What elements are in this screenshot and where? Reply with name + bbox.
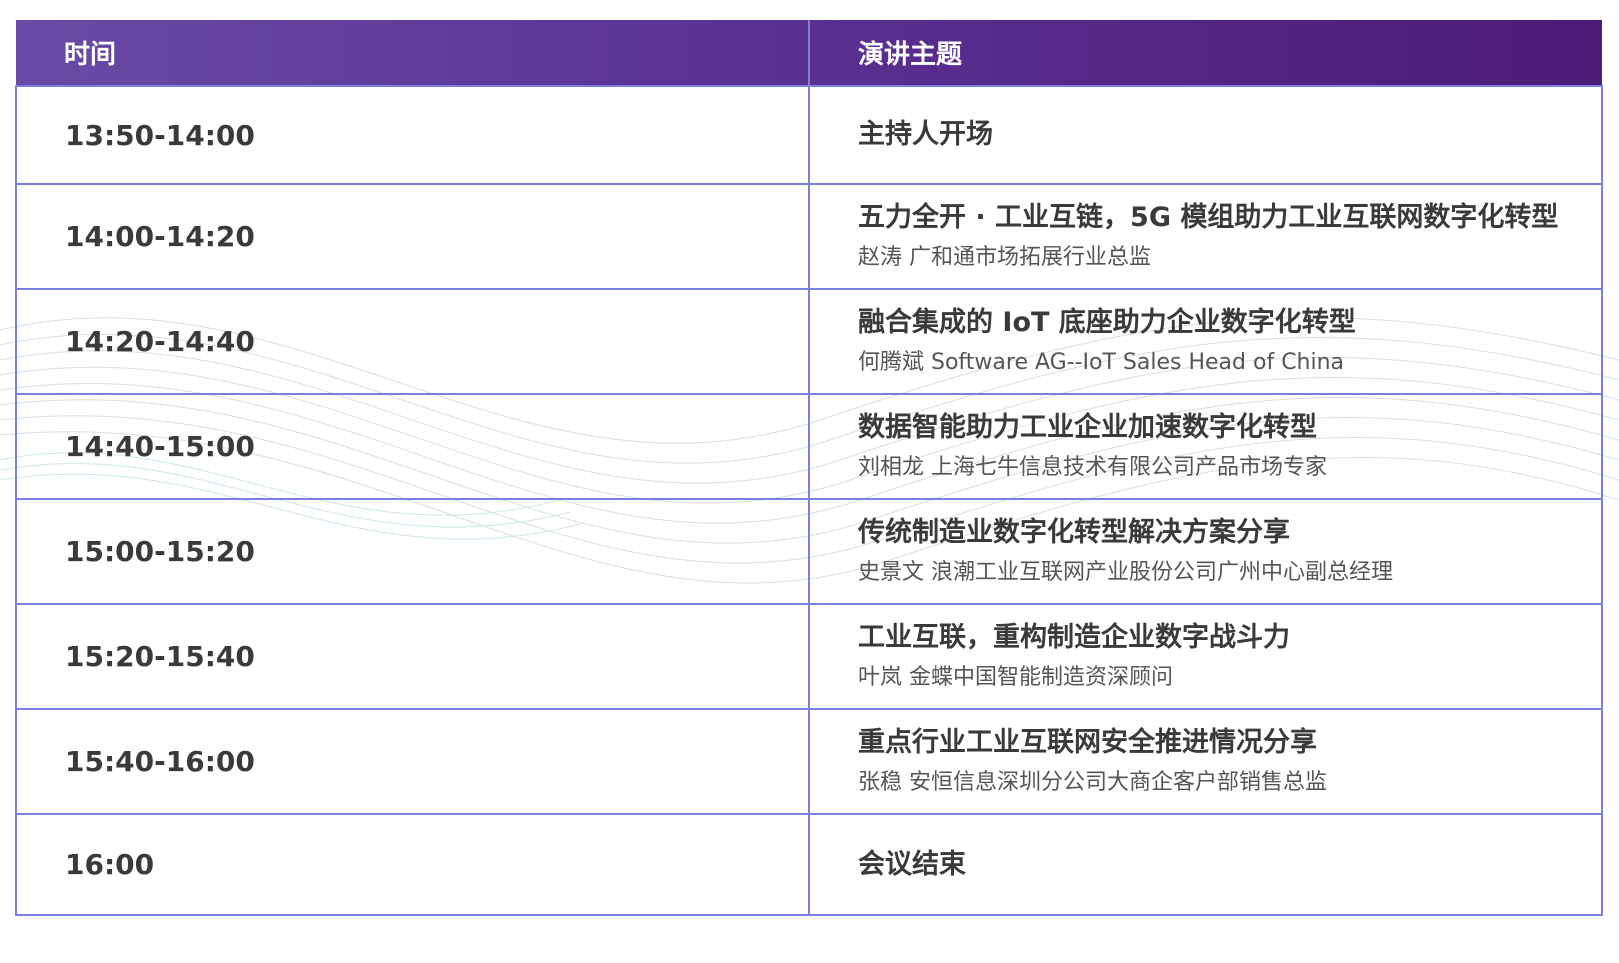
speaker-info: 赵涛 广和通市场拓展行业总监 [858, 244, 1151, 270]
speaker-info: 刘相龙 上海七牛信息技术有限公司产品市场专家 [858, 454, 1327, 480]
topic-title: 会议结束 [858, 848, 966, 880]
agenda-row: 13:50-14:00 主持人开场 [15, 85, 1603, 185]
time-cell: 14:00-14:20 [15, 183, 810, 290]
topic-title: 五力全开 · 工业互链，5G 模组助力工业互联网数字化转型 [858, 201, 1559, 233]
topic-cell: 重点行业工业互联网安全推进情况分享 张稳 安恒信息深圳分公司大商企客户部销售总监 [808, 708, 1603, 815]
time-cell: 13:50-14:00 [15, 85, 810, 185]
topic-cell: 主持人开场 [808, 85, 1603, 185]
topic-title: 传统制造业数字化转型解决方案分享 [858, 516, 1290, 548]
speaker-info: 何腾斌 Software AG--IoT Sales Head of China [858, 349, 1345, 375]
agenda-row: 15:00-15:20 传统制造业数字化转型解决方案分享 史景文 浪潮工业互联网… [15, 498, 1603, 605]
agenda-row: 15:40-16:00 重点行业工业互联网安全推进情况分享 张稳 安恒信息深圳分… [15, 708, 1603, 815]
topic-cell: 数据智能助力工业企业加速数字化转型 刘相龙 上海七牛信息技术有限公司产品市场专家 [808, 393, 1603, 500]
time-cell: 14:40-15:00 [15, 393, 810, 500]
time-cell: 15:20-15:40 [15, 603, 810, 710]
speaker-info: 叶岚 金蝶中国智能制造资深顾问 [858, 664, 1173, 690]
agenda-row: 14:20-14:40 融合集成的 IoT 底座助力企业数字化转型 何腾斌 So… [15, 288, 1603, 395]
topic-cell: 融合集成的 IoT 底座助力企业数字化转型 何腾斌 Software AG--I… [808, 288, 1603, 395]
agenda-row: 16:00 会议结束 [15, 813, 1603, 916]
agenda-row: 14:00-14:20 五力全开 · 工业互链，5G 模组助力工业互联网数字化转… [15, 183, 1603, 290]
agenda-row: 15:20-15:40 工业互联，重构制造企业数字战斗力 叶岚 金蝶中国智能制造… [15, 603, 1603, 710]
topic-cell: 五力全开 · 工业互链，5G 模组助力工业互联网数字化转型 赵涛 广和通市场拓展… [808, 183, 1603, 290]
topic-cell: 会议结束 [808, 813, 1603, 916]
topic-cell: 传统制造业数字化转型解决方案分享 史景文 浪潮工业互联网产业股份公司广州中心副总… [808, 498, 1603, 605]
topic-cell: 工业互联，重构制造企业数字战斗力 叶岚 金蝶中国智能制造资深顾问 [808, 603, 1603, 710]
speaker-info: 史景文 浪潮工业互联网产业股份公司广州中心副总经理 [858, 559, 1393, 585]
topic-column-header: 演讲主题 [858, 40, 963, 70]
topic-title: 重点行业工业互联网安全推进情况分享 [858, 726, 1317, 758]
topic-title: 工业互联，重构制造企业数字战斗力 [858, 621, 1290, 653]
topic-title: 数据智能助力工业企业加速数字化转型 [858, 411, 1317, 443]
time-cell: 15:00-15:20 [15, 498, 810, 605]
time-cell: 14:20-14:40 [15, 288, 810, 395]
time-cell: 16:00 [15, 813, 810, 916]
time-cell: 15:40-16:00 [15, 708, 810, 815]
agenda-row: 14:40-15:00 数据智能助力工业企业加速数字化转型 刘相龙 上海七牛信息… [15, 393, 1603, 500]
agenda-header-row: 时间 演讲主题 [16, 20, 1602, 86]
time-column-header: 时间 [16, 20, 810, 86]
agenda-table: 时间 演讲主题 13:50-14:00 主持人开场 14:00-14:20 五力… [15, 20, 1603, 916]
topic-title: 主持人开场 [858, 119, 993, 150]
speaker-info: 张稳 安恒信息深圳分公司大商企客户部销售总监 [858, 769, 1327, 795]
topic-title: 融合集成的 IoT 底座助力企业数字化转型 [858, 306, 1356, 338]
